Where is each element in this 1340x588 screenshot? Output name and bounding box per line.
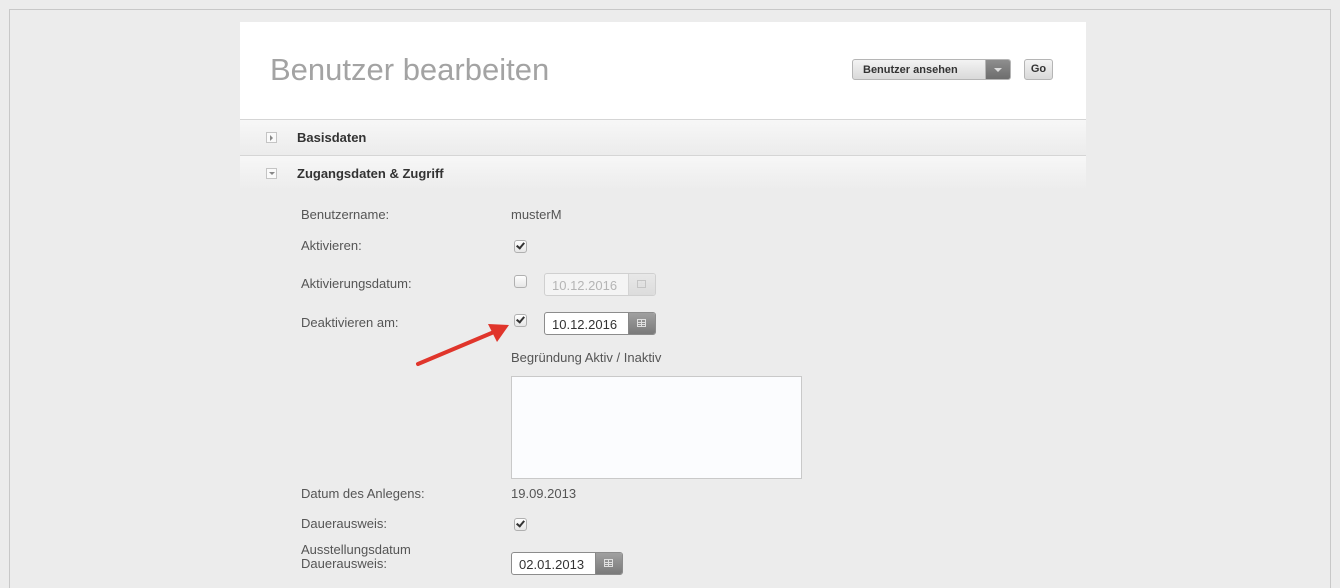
reason-textarea[interactable]: [511, 376, 802, 479]
activation-date-checkbox[interactable]: [514, 275, 527, 288]
section-label: Basisdaten: [297, 130, 367, 145]
go-button[interactable]: Go: [1024, 59, 1053, 80]
activation-date-label: Aktivierungsdatum:: [301, 276, 412, 291]
created-date-label: Datum des Anlegens:: [301, 486, 425, 501]
deactivate-date-value: 10.12.2016: [552, 317, 618, 332]
issue-date-label-line1: Ausstellungsdatum: [301, 542, 411, 557]
page-header: Benutzer bearbeiten Benutzer ansehen Go: [240, 22, 1086, 119]
edit-user-panel: Benutzer bearbeiten Benutzer ansehen Go …: [240, 22, 1086, 588]
section-zugangsdaten[interactable]: Zugangsdaten & Zugriff: [240, 155, 1086, 190]
username-label: Benutzername:: [301, 207, 390, 222]
calendar-icon[interactable]: [628, 274, 655, 295]
red-arrow-icon: [416, 324, 509, 366]
calendar-icon[interactable]: [628, 313, 655, 334]
calendar-icon[interactable]: [595, 553, 622, 574]
view-user-select-label: Benutzer ansehen: [863, 64, 958, 76]
issue-date-label-line2: Dauerausweis:: [301, 556, 387, 571]
username-value: musterM: [511, 207, 562, 222]
triangle-right-icon[interactable]: [266, 132, 277, 143]
view-user-select[interactable]: Benutzer ansehen: [852, 59, 1011, 80]
created-date-value: 19.09.2013: [511, 486, 577, 501]
issue-date-label: Ausstellungsdatum Dauerausweis:: [301, 543, 411, 571]
triangle-down-icon[interactable]: [266, 168, 277, 179]
page-title: Benutzer bearbeiten: [270, 52, 550, 87]
issue-date-value: 02.01.2013: [519, 557, 585, 572]
permanent-pass-label: Dauerausweis:: [301, 516, 387, 531]
activate-checkbox[interactable]: [514, 240, 527, 253]
issue-date-field[interactable]: 02.01.2013: [511, 552, 623, 575]
activation-date-value: 10.12.2016: [552, 278, 618, 293]
permanent-pass-checkbox[interactable]: [514, 518, 527, 531]
section-basisdaten[interactable]: Basisdaten: [240, 119, 1086, 154]
section-label: Zugangsdaten & Zugriff: [297, 166, 444, 181]
deactivate-date-field[interactable]: 10.12.2016: [544, 312, 656, 335]
deactivate-checkbox[interactable]: [514, 314, 527, 327]
activate-label: Aktivieren:: [301, 238, 362, 253]
deactivate-label: Deaktivieren am:: [301, 315, 399, 330]
chevron-down-icon[interactable]: [985, 60, 1010, 79]
activation-date-field[interactable]: 10.12.2016: [544, 273, 656, 296]
reason-label: Begründung Aktiv / Inaktiv: [511, 350, 662, 365]
